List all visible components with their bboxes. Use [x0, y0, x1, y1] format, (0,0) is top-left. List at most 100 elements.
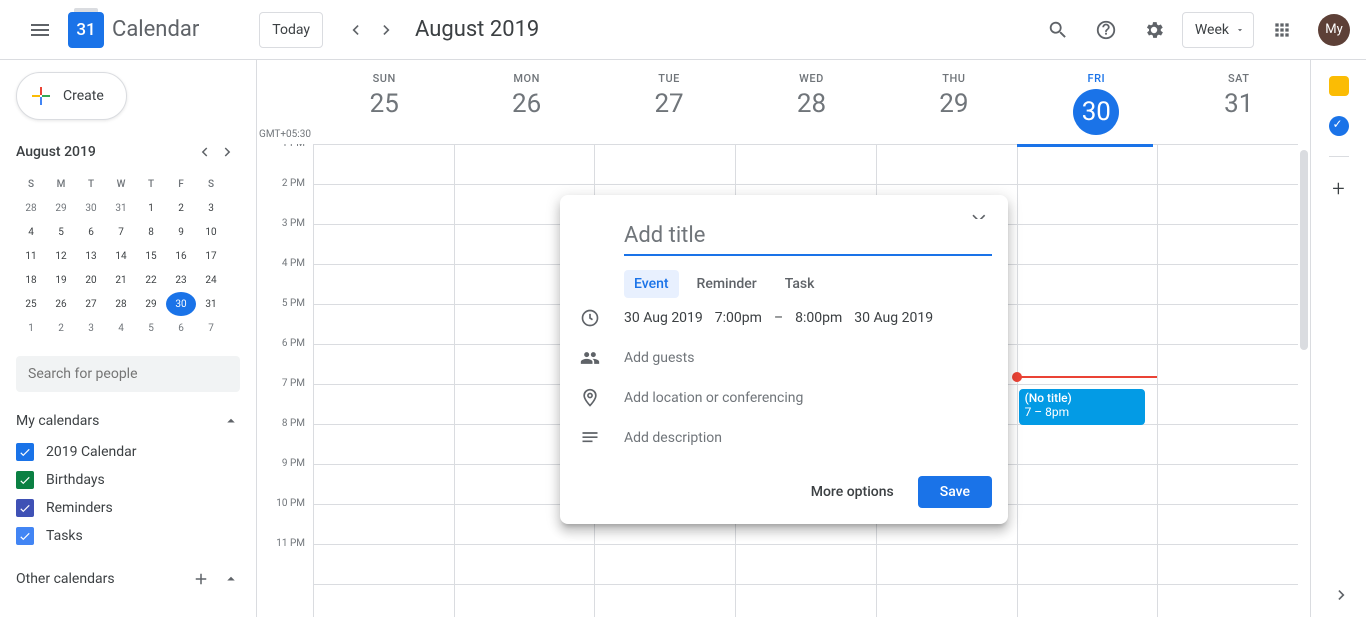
mini-day[interactable]: 17 [196, 244, 226, 268]
help-button[interactable] [1086, 10, 1126, 50]
hour-cell[interactable] [314, 424, 454, 464]
mini-day[interactable]: 30 [76, 196, 106, 220]
hour-cell[interactable] [736, 144, 876, 184]
calendar-checkbox[interactable] [16, 527, 34, 545]
next-week-button[interactable] [371, 14, 403, 46]
mini-day[interactable]: 3 [196, 196, 226, 220]
hour-cell[interactable] [595, 144, 735, 184]
mini-day[interactable]: 18 [16, 268, 46, 292]
mini-day[interactable]: 10 [196, 220, 226, 244]
hour-cell[interactable] [1158, 424, 1298, 464]
hour-cell[interactable] [1018, 424, 1158, 464]
guests-field[interactable]: Add guests [624, 350, 694, 366]
collapse-rail-button[interactable] [1332, 585, 1352, 605]
mini-day[interactable]: 21 [106, 268, 136, 292]
event-title-input[interactable] [624, 219, 992, 256]
keep-addon-icon[interactable] [1329, 76, 1349, 96]
location-field[interactable]: Add location or conferencing [624, 390, 803, 406]
end-date[interactable]: 30 Aug 2019 [854, 310, 933, 326]
hour-cell[interactable] [1018, 184, 1158, 224]
day-header[interactable]: MON26 [455, 60, 597, 144]
calendar-item[interactable]: Tasks [16, 522, 240, 550]
hour-cell[interactable] [314, 224, 454, 264]
hour-cell[interactable] [1158, 544, 1298, 584]
account-avatar[interactable]: My [1318, 14, 1350, 46]
create-button[interactable]: Create [16, 72, 127, 120]
tab-event[interactable]: Event [624, 270, 679, 298]
hour-cell[interactable] [1018, 504, 1158, 544]
hour-cell[interactable] [314, 344, 454, 384]
mini-day[interactable]: 1 [16, 316, 46, 340]
calendar-item[interactable]: 2019 Calendar [16, 438, 240, 466]
hour-cell[interactable] [736, 584, 876, 617]
mini-calendar[interactable]: SMTWTFS282930311234567891011121314151617… [16, 172, 240, 340]
mini-day[interactable]: 7 [196, 316, 226, 340]
mini-day[interactable]: 13 [76, 244, 106, 268]
tasks-addon-icon[interactable] [1329, 116, 1349, 136]
get-addons-button[interactable]: + [1332, 177, 1344, 202]
day-header[interactable]: TUE27 [598, 60, 740, 144]
hour-cell[interactable] [1158, 304, 1298, 344]
hour-cell[interactable] [1018, 264, 1158, 304]
mini-day[interactable]: 23 [166, 268, 196, 292]
hour-cell[interactable] [314, 264, 454, 304]
mini-day[interactable]: 22 [136, 268, 166, 292]
hour-cell[interactable] [314, 304, 454, 344]
mini-day[interactable]: 31 [106, 196, 136, 220]
my-calendars-header[interactable]: My calendars [16, 412, 240, 430]
hour-cell[interactable] [1018, 304, 1158, 344]
view-selector[interactable]: Week [1182, 12, 1254, 48]
mini-day[interactable]: 25 [16, 292, 46, 316]
mini-day[interactable]: 1 [136, 196, 166, 220]
hour-cell[interactable] [314, 144, 454, 184]
hour-cell[interactable] [877, 584, 1017, 617]
hour-cell[interactable] [314, 584, 454, 617]
hamburger-menu[interactable] [16, 6, 64, 54]
day-header[interactable]: WED28 [740, 60, 882, 144]
mini-day[interactable]: 12 [46, 244, 76, 268]
description-field[interactable]: Add description [624, 430, 722, 446]
mini-day[interactable]: 4 [16, 220, 46, 244]
hour-cell[interactable] [877, 544, 1017, 584]
calendar-checkbox[interactable] [16, 443, 34, 461]
mini-day[interactable]: 28 [16, 196, 46, 220]
mini-day[interactable]: 7 [106, 220, 136, 244]
mini-day[interactable]: 16 [166, 244, 196, 268]
hour-cell[interactable] [314, 184, 454, 224]
mini-day[interactable]: 3 [76, 316, 106, 340]
other-calendars-header[interactable]: Other calendars [16, 570, 240, 588]
hour-cell[interactable] [1158, 264, 1298, 304]
hour-cell[interactable] [736, 544, 876, 584]
hour-cell[interactable] [314, 464, 454, 504]
mini-next-month[interactable] [216, 140, 240, 164]
mini-day[interactable]: 8 [136, 220, 166, 244]
mini-day[interactable]: 30 [166, 292, 196, 316]
hour-cell[interactable] [595, 544, 735, 584]
hour-cell[interactable] [455, 544, 595, 584]
search-people-input[interactable] [16, 356, 240, 392]
mini-day[interactable]: 29 [136, 292, 166, 316]
mini-day[interactable]: 31 [196, 292, 226, 316]
start-time[interactable]: 7:00pm [715, 310, 762, 326]
calendar-item[interactable]: Birthdays [16, 466, 240, 494]
settings-button[interactable] [1134, 10, 1174, 50]
hour-cell[interactable] [1158, 144, 1298, 184]
hour-cell[interactable] [455, 144, 595, 184]
hour-cell[interactable] [1158, 584, 1298, 617]
hour-cell[interactable] [1018, 224, 1158, 264]
mini-day[interactable]: 5 [46, 220, 76, 244]
day-header[interactable]: SAT31 [1168, 60, 1310, 144]
hour-cell[interactable] [1018, 344, 1158, 384]
mini-day[interactable]: 5 [136, 316, 166, 340]
mini-day[interactable]: 26 [46, 292, 76, 316]
hour-cell[interactable] [1018, 584, 1158, 617]
mini-day[interactable]: 2 [166, 196, 196, 220]
hour-cell[interactable] [1018, 144, 1158, 184]
calendar-item[interactable]: Reminders [16, 494, 240, 522]
calendar-checkbox[interactable] [16, 471, 34, 489]
today-button[interactable]: Today [259, 12, 323, 48]
day-header[interactable]: SUN25 [313, 60, 455, 144]
mini-day[interactable]: 4 [106, 316, 136, 340]
tab-reminder[interactable]: Reminder [687, 270, 767, 298]
mini-prev-month[interactable] [192, 140, 216, 164]
